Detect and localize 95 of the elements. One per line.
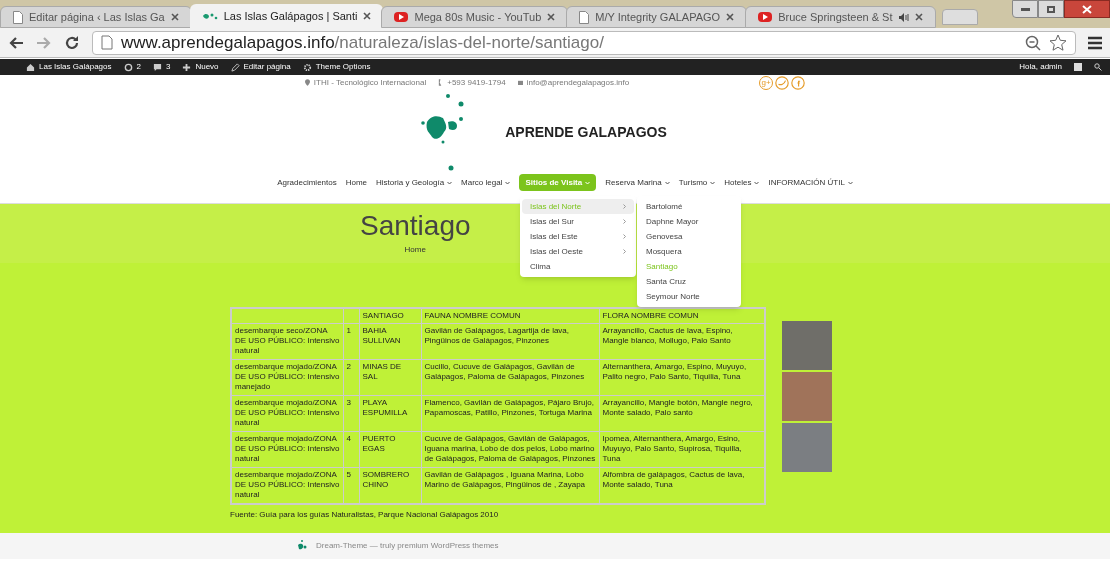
photo-placeholder — [782, 423, 832, 472]
photo-placeholder — [782, 372, 832, 421]
restore-icon — [1047, 5, 1055, 13]
table-cell: MINAS DE SAL — [359, 359, 421, 396]
menu-icon[interactable] — [1088, 35, 1102, 50]
table-cell: BAHIA SULLIVAN — [359, 323, 421, 360]
home-icon — [26, 62, 35, 72]
plus-icon — [182, 62, 192, 72]
table-cell: Cucuve de Galápagos, Gavilán de Galápagos, Iguana marina, Lobo de dos pelos, Lobo marino de Galápagos, Paloma de Galápagos, Pinzones — [421, 431, 599, 468]
submenu-item[interactable]: Mosquera — [640, 244, 738, 259]
table-cell: Gavilán de Galápagos, Lagartija de lava, Pingüinos de Galápagos, Pinzones — [421, 323, 599, 360]
table-cell: desembarque seco/ZONA DE USO PÚBLICO: Intensivo natural — [231, 323, 343, 360]
close-icon[interactable] — [914, 13, 923, 21]
close-icon[interactable] — [547, 13, 556, 21]
browser-tab[interactable]: Editar página ‹ Las Islas Ga — [0, 6, 192, 28]
nav-menu-item[interactable]: Marco legal — [461, 174, 511, 191]
nav-menu-item[interactable]: Reserva Marina — [605, 174, 670, 191]
maximize-button[interactable] — [1038, 0, 1064, 18]
avatar-icon — [1074, 63, 1082, 71]
table-cell: 2 — [343, 359, 359, 396]
site-title: APRENDE GALAPAGOS — [505, 122, 667, 142]
admin-greeting[interactable]: Hola, admin — [1019, 61, 1062, 73]
close-icon[interactable] — [726, 13, 735, 21]
browser-tab[interactable]: Mega 80s Music - YouTub — [381, 6, 569, 28]
minimize-icon — [1020, 7, 1030, 11]
table-cell: 3 — [343, 395, 359, 432]
submenu-item[interactable]: Genovesa — [640, 229, 738, 244]
nav-menu-item[interactable]: Hoteles — [724, 174, 760, 191]
close-icon[interactable] — [170, 13, 179, 21]
admin-bar-link[interactable]: 2 — [136, 61, 141, 73]
page-title: Santiago — [360, 211, 471, 240]
refresh-icon — [123, 62, 133, 72]
submenu-item[interactable]: Santa Cruz — [640, 274, 738, 289]
submenu-item[interactable]: Bartolomé — [640, 199, 738, 214]
star-icon[interactable] — [1049, 33, 1067, 52]
back-icon[interactable] — [8, 35, 24, 50]
islands-logo-icon — [201, 11, 218, 21]
browser-tab[interactable]: M/Y Integrity GALAPAGO — [566, 6, 748, 28]
speech-bubble-icon — [152, 62, 162, 72]
breadcrumb-link[interactable]: Home — [404, 243, 426, 256]
dropdown-item[interactable]: Islas del Oeste — [522, 244, 634, 259]
column-header: FAUNA NOMBRE COMUN — [421, 308, 599, 324]
dropdown-item[interactable]: Islas del Este — [522, 229, 634, 244]
close-button[interactable] — [1064, 0, 1110, 18]
phone-icon — [438, 79, 444, 86]
map-pin-icon — [304, 79, 310, 86]
nav-menu-item[interactable]: Home — [345, 174, 368, 191]
table-cell: desembarque mojado/ZONA DE USO PÚBLICO: Intensivo natural — [231, 395, 343, 432]
page-icon — [13, 10, 23, 24]
table-cell: Cucillo, Cucuve de Galápagos, Gavilán de Galápagos, Paloma de Galápagos, Pinzones — [421, 359, 599, 396]
column-header: SANTIAGO — [359, 308, 421, 324]
admin-bar-link[interactable]: Nuevo — [195, 61, 219, 73]
footer-credit: Dream-Theme — truly premium WordPress themes — [316, 540, 499, 552]
contact-info: info@aprendegalapagos.info — [526, 76, 630, 89]
browser-tab[interactable]: Bruce Springsteen & St — [745, 6, 936, 28]
pencil-icon — [230, 62, 240, 72]
admin-bar-link[interactable]: Editar página — [243, 61, 291, 73]
table-cell: 1 — [343, 323, 359, 360]
table-cell: PUERTO EGAS — [359, 431, 421, 468]
dropdown-item[interactable]: Islas del Sur — [522, 214, 634, 229]
close-icon — [1082, 4, 1092, 14]
gear-icon — [302, 62, 312, 72]
minimize-button[interactable] — [1012, 0, 1038, 18]
dropdown-item[interactable]: Clima — [522, 259, 634, 274]
admin-bar-link[interactable]: 3 — [165, 61, 171, 73]
page-icon — [579, 10, 590, 24]
page-icon — [101, 35, 113, 50]
browser-tab[interactable]: Las Islas Galápagos | Santi — [189, 4, 384, 28]
admin-bar-link[interactable]: Las Islas Galápagos — [39, 61, 112, 73]
video-site-icon — [758, 12, 773, 22]
submenu-item[interactable]: Seymour Norte — [640, 289, 738, 304]
table-cell: desembarque mojado/ZONA DE USO PÚBLICO: Intensivo natural — [231, 431, 343, 468]
table-cell: PLAYA ESPUMILLA — [359, 395, 421, 432]
islands-logo-icon — [296, 540, 308, 552]
nav-menu-item[interactable]: Agradecimientos — [277, 174, 337, 191]
nav-menu-item[interactable]: Turismo — [678, 174, 716, 191]
envelope-icon — [517, 79, 523, 86]
zoom-icon[interactable] — [1025, 34, 1041, 51]
address-bar[interactable]: www.aprendegalapagos.info/naturaleza/islas-del-norte/santiago/ — [92, 30, 1076, 55]
admin-bar-link[interactable]: Theme Options — [315, 61, 371, 73]
table-cell: 4 — [343, 431, 359, 468]
reload-icon[interactable] — [64, 34, 80, 51]
source-note: Fuente: Guía para los guías Naturalistas, Parque Nacional Galápagos 2010 — [230, 509, 500, 521]
submenu-item[interactable]: Daphne Mayor — [640, 214, 738, 229]
nav-menu-item[interactable]: INFORMACIÓN ÚTIL — [768, 174, 853, 191]
contact-info: +593 9419-1794 — [447, 76, 506, 89]
table-cell: desembarque mojado/ZONA DE USO PÚBLICO: Intensivo manejado — [231, 359, 343, 396]
video-site-icon — [394, 12, 409, 22]
table-cell: Flamenco, Gavilán de Galápagos, Pájaro Brujo, Papamoscas, Patillo, Pinzones, Tortuga Marina — [421, 395, 599, 432]
url-text: www.aprendegalapagos.info/naturaleza/islas-del-norte/santiago/ — [121, 31, 604, 54]
nav-menu-item[interactable]: Historia y Geología — [376, 174, 453, 191]
search-icon[interactable] — [1094, 63, 1102, 71]
photo-placeholder — [782, 321, 832, 370]
close-icon[interactable] — [363, 12, 372, 20]
contact-info: ITHI - Tecnológico Internacional — [313, 76, 427, 89]
